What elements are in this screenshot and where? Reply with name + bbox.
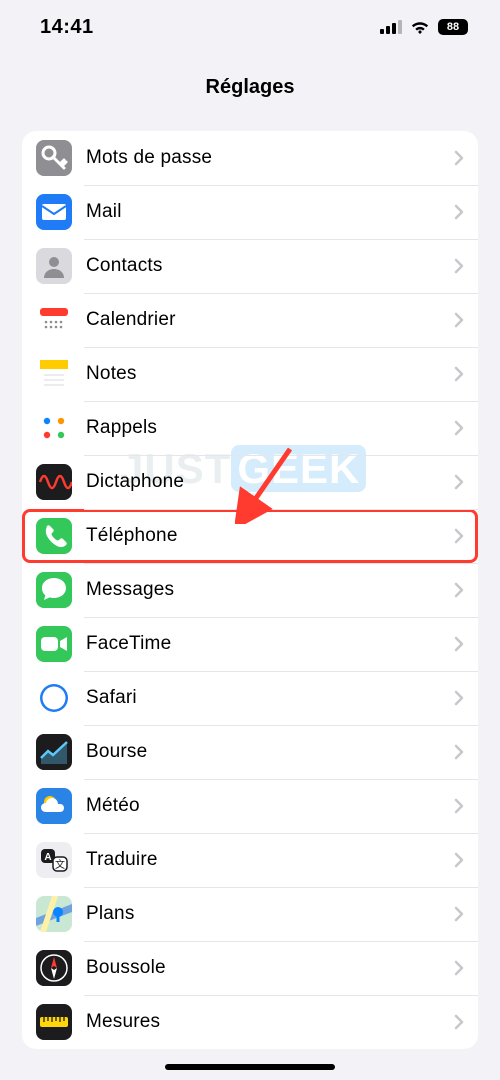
settings-row-maps[interactable]: Plans xyxy=(22,887,478,941)
settings-row-weather[interactable]: Météo xyxy=(22,779,478,833)
status-right-cluster: 88 xyxy=(380,19,468,35)
stocks-icon xyxy=(36,734,72,770)
settings-row-translate[interactable]: A文 Traduire xyxy=(22,833,478,887)
chevron-right-icon xyxy=(454,150,464,166)
settings-row-label: Messages xyxy=(86,579,454,601)
settings-row-label: Contacts xyxy=(86,255,454,277)
contacts-icon xyxy=(36,248,72,284)
status-time: 14:41 xyxy=(40,16,94,39)
settings-row-passwords[interactable]: Mots de passe xyxy=(22,131,478,185)
settings-row-label: Téléphone xyxy=(86,525,454,547)
chevron-right-icon xyxy=(454,204,464,220)
settings-row-label: Calendrier xyxy=(86,309,454,331)
chevron-right-icon xyxy=(454,636,464,652)
settings-row-label: Notes xyxy=(86,363,454,385)
chevron-right-icon xyxy=(454,852,464,868)
settings-row-label: Rappels xyxy=(86,417,454,439)
phone-icon xyxy=(36,518,72,554)
settings-row-label: Safari xyxy=(86,687,454,709)
settings-row-contacts[interactable]: Contacts xyxy=(22,239,478,293)
safari-icon xyxy=(36,680,72,716)
chevron-right-icon xyxy=(454,528,464,544)
settings-row-label: Traduire xyxy=(86,849,454,871)
home-indicator xyxy=(165,1064,335,1070)
chevron-right-icon xyxy=(454,798,464,814)
mail-icon xyxy=(36,194,72,230)
settings-list: Mots de passe Mail Contacts Calendrier Notes… xyxy=(22,131,478,1049)
chevron-right-icon xyxy=(454,690,464,706)
settings-row-compass[interactable]: Boussole xyxy=(22,941,478,995)
chevron-right-icon xyxy=(454,366,464,382)
chevron-right-icon xyxy=(454,474,464,490)
chevron-right-icon xyxy=(454,1014,464,1030)
settings-row-calendar[interactable]: Calendrier xyxy=(22,293,478,347)
settings-row-label: Mots de passe xyxy=(86,147,454,169)
voicememo-icon xyxy=(36,464,72,500)
weather-icon xyxy=(36,788,72,824)
svg-text:A: A xyxy=(44,852,51,863)
wifi-icon xyxy=(410,20,430,35)
settings-row-notes[interactable]: Notes xyxy=(22,347,478,401)
chevron-right-icon xyxy=(454,960,464,976)
chevron-right-icon xyxy=(454,582,464,598)
status-bar: 14:41 88 xyxy=(0,0,500,54)
settings-row-label: Mail xyxy=(86,201,454,223)
settings-row-voicememos[interactable]: Dictaphone xyxy=(22,455,478,509)
calendar-icon xyxy=(36,302,72,338)
facetime-icon xyxy=(36,626,72,662)
settings-row-messages[interactable]: Messages xyxy=(22,563,478,617)
settings-row-label: Bourse xyxy=(86,741,454,763)
notes-icon xyxy=(36,356,72,392)
compass-icon xyxy=(36,950,72,986)
chevron-right-icon xyxy=(454,906,464,922)
key-icon xyxy=(36,140,72,176)
settings-row-label: Mesures xyxy=(86,1011,454,1033)
settings-row-mail[interactable]: Mail xyxy=(22,185,478,239)
settings-row-label: Plans xyxy=(86,903,454,925)
battery-percent: 88 xyxy=(438,19,468,35)
settings-row-phone[interactable]: Téléphone xyxy=(22,509,478,563)
cellular-signal-icon xyxy=(380,20,402,34)
svg-text:文: 文 xyxy=(55,858,65,871)
settings-row-stocks[interactable]: Bourse xyxy=(22,725,478,779)
settings-row-label: Dictaphone xyxy=(86,471,454,493)
settings-row-label: Boussole xyxy=(86,957,454,979)
maps-icon xyxy=(36,896,72,932)
page-title: Réglages xyxy=(0,54,500,117)
messages-icon xyxy=(36,572,72,608)
reminders-icon xyxy=(36,410,72,446)
settings-row-label: FaceTime xyxy=(86,633,454,655)
chevron-right-icon xyxy=(454,258,464,274)
settings-row-measure[interactable]: Mesures xyxy=(22,995,478,1049)
chevron-right-icon xyxy=(454,744,464,760)
settings-row-facetime[interactable]: FaceTime xyxy=(22,617,478,671)
settings-row-safari[interactable]: Safari xyxy=(22,671,478,725)
chevron-right-icon xyxy=(454,312,464,328)
settings-row-label: Météo xyxy=(86,795,454,817)
chevron-right-icon xyxy=(454,420,464,436)
battery-icon: 88 xyxy=(438,19,468,35)
settings-row-reminders[interactable]: Rappels xyxy=(22,401,478,455)
measure-icon xyxy=(36,1004,72,1040)
translate-icon: A文 xyxy=(36,842,72,878)
